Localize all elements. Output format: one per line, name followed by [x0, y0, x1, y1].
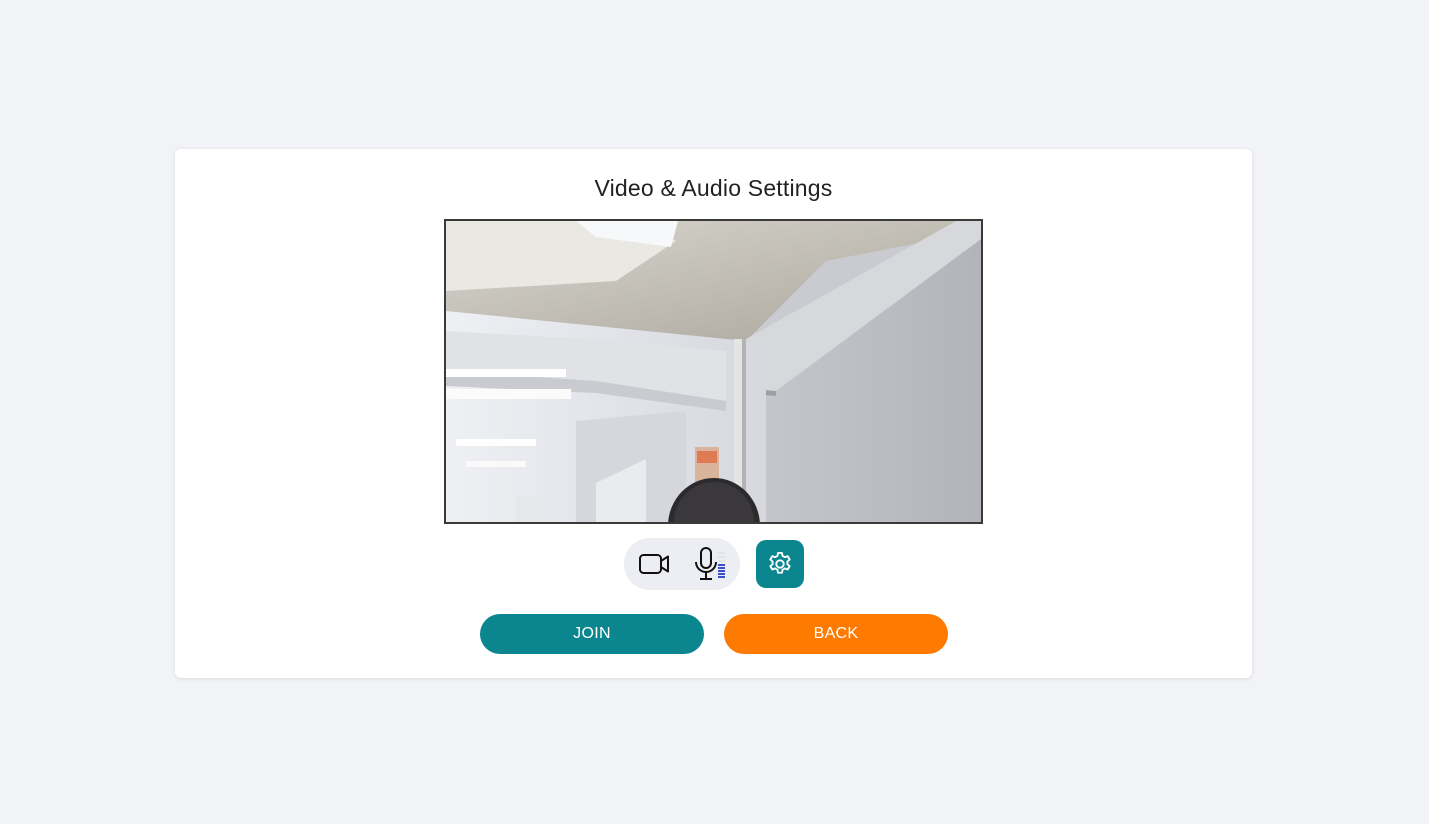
back-button[interactable]: BACK: [724, 614, 948, 654]
video-camera-icon: [639, 554, 669, 574]
join-button[interactable]: JOIN: [480, 614, 704, 654]
gear-icon: [769, 551, 791, 574]
device-settings-button[interactable]: [756, 540, 804, 588]
camera-toggle-button[interactable]: [636, 548, 672, 580]
microphone-icon: [695, 547, 725, 580]
dialog-title: Video & Audio Settings: [594, 175, 833, 201]
camera-preview-image: [446, 221, 981, 522]
media-toggle-group: [624, 538, 740, 590]
microphone-toggle-button[interactable]: [690, 546, 732, 582]
audio-level-meter-icon: [718, 552, 725, 578]
camera-preview: [444, 219, 983, 524]
settings-card: Video & Audio Settings JOIN BACK: [175, 149, 1252, 678]
